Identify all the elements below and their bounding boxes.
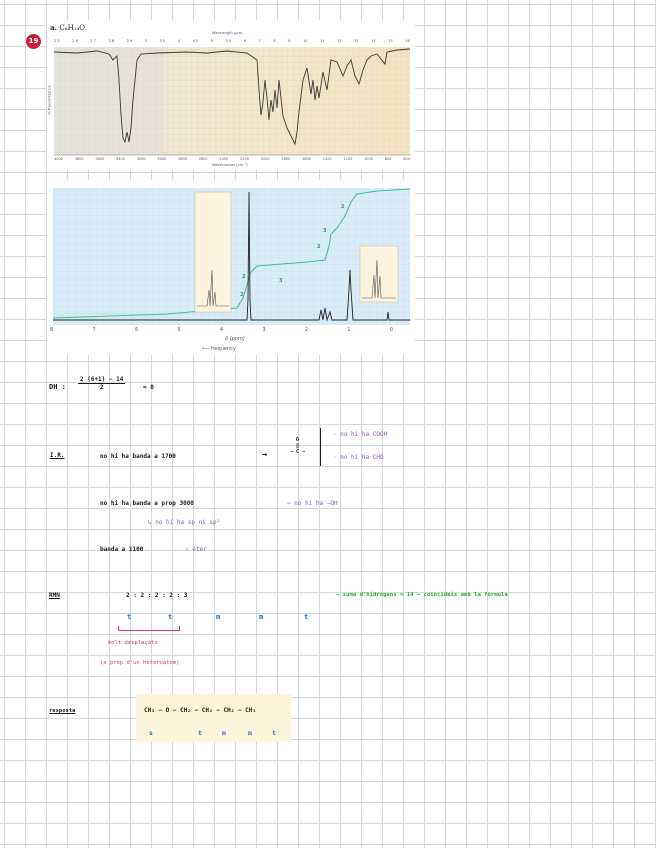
nmr-spectrum-panel: 2 2 2 3 2 3 876543210 δ (ppm) ⟵ frequenc… bbox=[47, 180, 415, 355]
rmn-bracket bbox=[118, 626, 180, 631]
answer-multiplicity-5: t bbox=[272, 729, 276, 737]
ir-branch-2: · no hi ha CHO bbox=[333, 454, 384, 461]
rmn-multiplicity-3: m bbox=[216, 613, 221, 621]
dh-numerator: 2 (6+1) − 14 bbox=[78, 376, 126, 384]
rmn-multiplicity-4: m bbox=[259, 613, 264, 621]
nmr-spectrum-chart bbox=[52, 188, 411, 325]
nmr-x-label: δ (ppm) bbox=[225, 336, 245, 342]
ir-bottom-axis-label: Wavenumber (cm⁻¹) bbox=[212, 163, 248, 167]
branch-brace bbox=[320, 428, 321, 466]
ir-line-2-result: ⇒ no hi ha −OH bbox=[287, 500, 338, 507]
ir-top-axis-label: Wavelength (μm) bbox=[212, 31, 243, 35]
ir-y-axis-label: % Transmittance bbox=[47, 85, 52, 115]
rmn-note-1: molt desplaçats bbox=[108, 640, 158, 646]
ir-line-3: ↳ no hi ha sp ni sp² bbox=[148, 519, 221, 526]
answer-multiplicity-2: t bbox=[198, 729, 202, 737]
answer-multiplicity-4: m bbox=[248, 729, 252, 737]
rmn-multiplicity-2: t bbox=[168, 613, 173, 621]
rmn-label: RMN bbox=[49, 592, 60, 599]
rmn-multiplicity-5: t bbox=[304, 613, 309, 621]
rmn-sum: ⇒ suma d'hidrògens = 14 → coincideix amb… bbox=[336, 592, 508, 598]
ir-line-4: banda a 1100 bbox=[100, 546, 144, 553]
ir-line-4-result: ⇒ éter bbox=[185, 546, 207, 553]
rmn-multiplicity-1: t bbox=[127, 613, 132, 621]
problem-number: 19 bbox=[28, 37, 39, 45]
dh-fraction: 2 (6+1) − 14 2 bbox=[78, 376, 126, 391]
nmr-inset-right bbox=[359, 245, 399, 303]
answer-box bbox=[136, 694, 291, 742]
dh-label: DH : bbox=[49, 383, 66, 391]
answer-label: resposta bbox=[49, 708, 76, 714]
nmr-frequency-label: ⟵ frequency bbox=[202, 346, 236, 352]
answer-formula: CH₃ − O − CH₂ − CH₂ − CH₂ − CH₃ bbox=[144, 707, 256, 714]
answer-multiplicity-1: s bbox=[149, 729, 153, 737]
ir-spectrum-panel: a. C₆H₁₄O Wavelength (μm) 2.5 2.6 2.7 2.8 2.… bbox=[47, 20, 415, 170]
ir-arrow: → bbox=[262, 450, 268, 460]
rmn-ratio: 2 : 2 : 2 : 2 : 3 bbox=[126, 592, 188, 599]
nmr-x-ticks: 876543210 bbox=[50, 327, 393, 333]
dh-denominator: 2 bbox=[99, 384, 104, 391]
dh-result: = 0 bbox=[143, 384, 154, 391]
ir-line-2: no hi ha banda a prop 3000 bbox=[100, 500, 194, 507]
ir-label: I.R. bbox=[50, 452, 65, 459]
nmr-inset-left bbox=[194, 191, 232, 313]
rmn-note-2: (a prop d'un heteroàtom) bbox=[100, 660, 180, 666]
ir-top-ticks: 2.5 2.6 2.7 2.8 2.9 3 3.5 4 4.5 5 5.5 6 7 8 9 10 11 12 13 1… bbox=[54, 39, 410, 43]
carbonyl-structure: O ‖ − C − bbox=[290, 437, 306, 455]
ir-bottom-ticks: 4000 3800 3600 3400 3200 3000 2800 2600 2400 2200… bbox=[54, 157, 410, 161]
answer-multiplicity-3: m bbox=[222, 729, 226, 737]
left-arrow-icon: ⟵ bbox=[202, 346, 211, 352]
problem-number-badge: 19 bbox=[26, 34, 41, 49]
ir-line-1: no hi ha banda a 1700 bbox=[100, 453, 176, 460]
ir-branch-1: · no hi ha COOH bbox=[333, 431, 388, 438]
